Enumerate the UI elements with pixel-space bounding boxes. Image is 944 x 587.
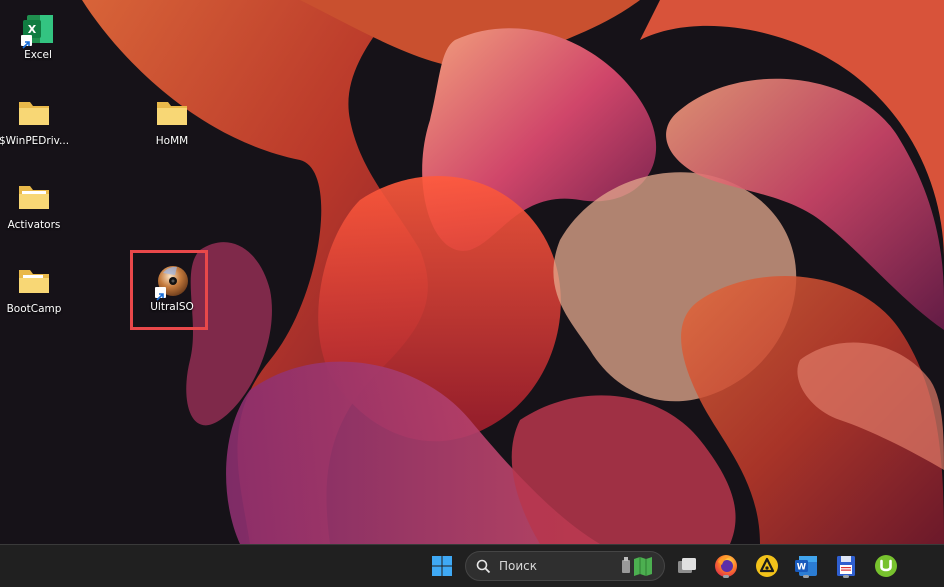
desktop-icon-winpedrivers-folder[interactable]: $WinPEDriv... [0,98,72,148]
save-disk-button[interactable] [832,552,860,580]
desktop-icon-label: HoMM [155,135,189,147]
desktop-icon-bootcamp-folder[interactable]: BootCamp [0,266,72,316]
start-icon [432,556,452,576]
shortcut-arrow-icon [155,287,166,301]
search-highlight-map-icon [622,557,652,576]
utorrent-icon [875,555,897,577]
excel-shortcut-icon: X [21,12,55,49]
folder-icon [155,98,189,132]
folder-icon [17,182,51,216]
desktop: X Excel $WinPEDriv... HoMM Activators Bo… [0,0,944,544]
firefox-button[interactable] [712,552,740,580]
utorrent-button[interactable] [872,552,900,580]
desktop-icon-label: BootCamp [6,303,62,315]
desktop-icon-label: $WinPEDriv... [0,135,70,147]
task-view-icon [678,558,696,573]
folder-icon [17,266,51,300]
desktop-icon-label: Excel [24,49,52,61]
desktop-icon-label: UltraISO [150,301,194,313]
svg-text:W: W [797,563,807,573]
aimp-icon [756,555,778,577]
taskbar: Поиск W [0,544,944,587]
running-indicator [803,575,809,578]
taskbar-search-box[interactable]: Поиск [465,551,665,581]
desktop-icon-ultraiso[interactable]: UltraISO [134,264,210,314]
desktop-icon-homm-folder[interactable]: HoMM [134,98,210,148]
running-indicator [843,575,849,578]
task-view-button[interactable] [673,552,701,580]
aimp-button[interactable] [753,552,781,580]
desktop-icon-activators-folder[interactable]: Activators [0,182,72,232]
desktop-icon-excel[interactable]: X Excel [0,12,76,62]
ultraiso-disc-shortcut-icon [155,264,189,301]
shortcut-arrow-icon [21,35,32,49]
search-icon [476,559,491,574]
folder-icon [17,98,51,132]
running-indicator [723,575,729,578]
start-button[interactable] [428,552,456,580]
search-placeholder: Поиск [499,559,538,573]
desktop-icon-label: Activators [7,219,61,231]
word-button[interactable]: W [792,552,820,580]
